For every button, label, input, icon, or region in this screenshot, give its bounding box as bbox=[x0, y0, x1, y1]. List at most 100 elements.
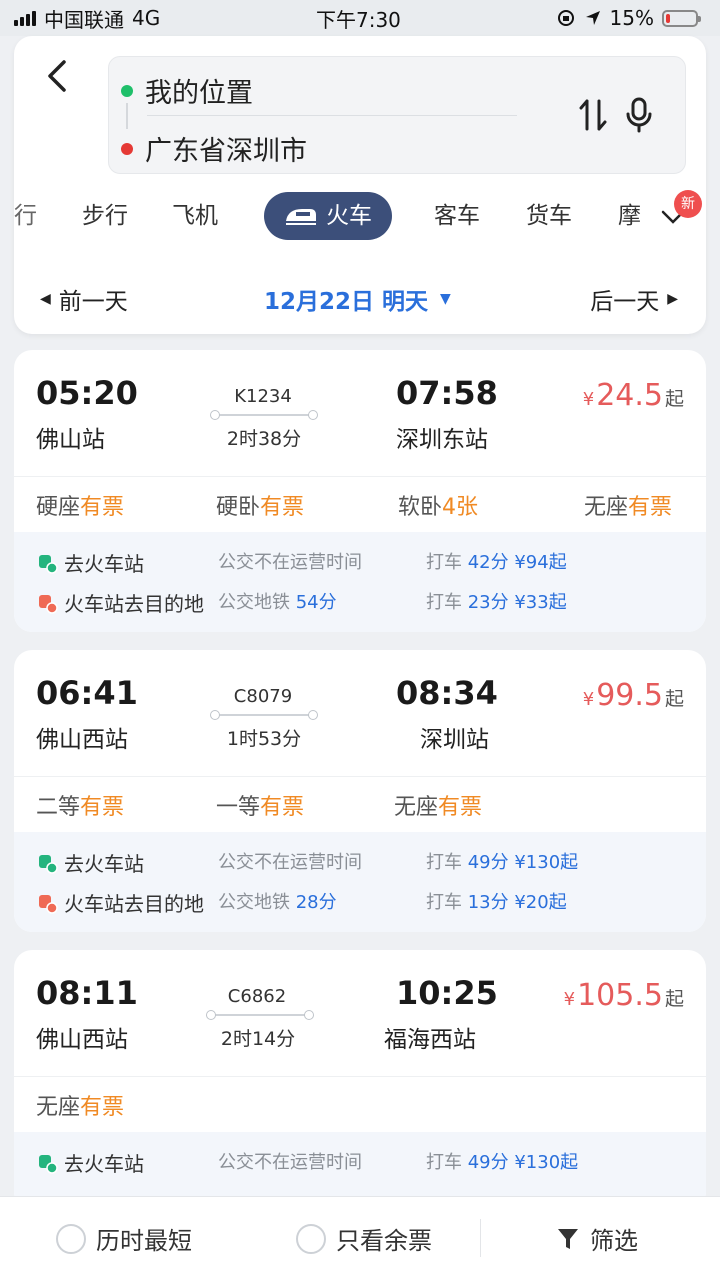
train-card[interactable]: 06:41 佛山西站 C8079 1时53分 08:34 深圳站 ¥ 99.5 … bbox=[14, 650, 706, 932]
train-card[interactable]: 08:11 佛山西站 C6862 2时14分 10:25 福海西站 ¥ 105.… bbox=[14, 950, 706, 1210]
route-line bbox=[210, 710, 318, 720]
train-card[interactable]: 05:20 佛山站 K1234 2时38分 07:58 深圳东站 ¥ 24.5 … bbox=[14, 350, 706, 632]
price-value: 105.5 bbox=[577, 978, 663, 1013]
from-station-bus: 公交地铁 28分 bbox=[218, 892, 337, 913]
carrier: 中国联通 bbox=[44, 7, 124, 32]
price: ¥ 24.5 起 bbox=[583, 378, 684, 413]
seat-type: 软卧4张 bbox=[398, 495, 479, 520]
swap-button[interactable] bbox=[575, 95, 611, 135]
price-suffix: 起 bbox=[664, 688, 684, 710]
transfer-info: 去火车站 公交不在运营时间 打车 49分 ¥130起 火车站去目的地 公交地铁 … bbox=[14, 832, 706, 932]
destination-text: 广东省深圳市 bbox=[145, 136, 307, 167]
train-number: C8079 bbox=[233, 686, 293, 707]
rotation-lock-icon bbox=[557, 10, 574, 26]
date-picker[interactable]: 12月22日 明天 ▼ bbox=[264, 282, 451, 316]
tab-ride[interactable]: 行 bbox=[14, 194, 37, 238]
route-header: 我的位置 广东省深圳市 行 步行 飞机 火车 客车 货车 摩 新 ◀ 前一天 1… bbox=[14, 36, 706, 334]
trip-duration: 2时38分 bbox=[226, 428, 302, 450]
available-only-label: 只看余票 bbox=[336, 1227, 432, 1255]
route-box: 我的位置 广东省深圳市 bbox=[108, 56, 686, 174]
clock: 下午7:30 bbox=[316, 7, 401, 32]
origin-dot-icon bbox=[121, 84, 133, 97]
origin-field[interactable]: 我的位置 bbox=[121, 71, 253, 110]
date-bar: ◀ 前一天 12月22日 明天 ▼ 后一天 ▶ bbox=[14, 272, 706, 322]
caret-right-icon: ▶ bbox=[667, 291, 678, 307]
arrival-station: 福海西站 bbox=[384, 1027, 476, 1053]
seat-type: 无座有票 bbox=[584, 495, 673, 520]
to-station-bus: 公交不在运营时间 bbox=[218, 552, 362, 573]
train-number: K1234 bbox=[234, 386, 292, 407]
route-line bbox=[210, 410, 318, 420]
departure-time: 06:41 bbox=[36, 674, 138, 712]
back-button[interactable] bbox=[38, 56, 78, 96]
train-icon bbox=[286, 209, 316, 225]
origin-text: 我的位置 bbox=[145, 78, 253, 109]
from-station-bus: 公交地铁 54分 bbox=[218, 592, 337, 613]
departure-station: 佛山西站 bbox=[36, 727, 128, 753]
filter-label: 筛选 bbox=[590, 1227, 638, 1255]
seat-type: 二等有票 bbox=[36, 795, 125, 820]
tab-flight[interactable]: 飞机 bbox=[172, 194, 218, 238]
destination-dot-icon bbox=[121, 142, 133, 155]
departure-time: 05:20 bbox=[36, 374, 138, 412]
trip-duration: 1时53分 bbox=[226, 728, 302, 750]
route-connector bbox=[126, 103, 128, 129]
network-type: 4G bbox=[132, 6, 161, 30]
departure-time: 08:11 bbox=[36, 974, 138, 1012]
price-value: 99.5 bbox=[596, 678, 663, 713]
available-only-toggle[interactable]: 只看余票 bbox=[296, 1221, 432, 1256]
prev-day-button[interactable]: ◀ 前一天 bbox=[40, 282, 128, 316]
seat-type: 一等有票 bbox=[216, 795, 305, 820]
tab-walk[interactable]: 步行 bbox=[82, 194, 128, 238]
from-station-row[interactable]: 火车站去目的地 bbox=[36, 888, 218, 917]
next-day-label: 后一天 bbox=[590, 289, 660, 315]
arrival-time: 07:58 bbox=[396, 374, 498, 412]
seat-availability: 二等有票 一等有票 无座有票 bbox=[14, 776, 706, 832]
battery-icon bbox=[662, 9, 701, 27]
from-station-icon bbox=[39, 894, 58, 914]
from-station-taxi: 打车 13分 ¥20起 bbox=[426, 892, 567, 913]
seat-type: 硬卧有票 bbox=[216, 495, 305, 520]
from-station-row[interactable]: 火车站去目的地 bbox=[36, 588, 218, 617]
signal-icon bbox=[14, 10, 36, 26]
to-station-row[interactable]: 去火车站 bbox=[36, 548, 218, 577]
swap-icon bbox=[579, 99, 607, 131]
to-station-row[interactable]: 去火车站 bbox=[36, 1148, 218, 1177]
tab-truck[interactable]: 货车 bbox=[526, 194, 572, 238]
microphone-icon bbox=[626, 97, 652, 133]
next-day-button[interactable]: 后一天 ▶ bbox=[590, 282, 678, 316]
from-station-taxi: 打车 23分 ¥33起 bbox=[426, 592, 567, 613]
train-number: C6862 bbox=[227, 986, 287, 1007]
new-badge: 新 bbox=[674, 190, 702, 218]
to-station-icon bbox=[39, 554, 58, 574]
available-only-checkbox[interactable] bbox=[296, 1223, 326, 1254]
bottom-filter-bar: 历时最短 只看余票 筛选 bbox=[0, 1196, 720, 1280]
prev-day-label: 前一天 bbox=[58, 289, 128, 315]
from-station-icon bbox=[39, 594, 58, 614]
voice-button[interactable] bbox=[621, 95, 657, 135]
price-value: 24.5 bbox=[596, 378, 663, 413]
tab-motorcycle[interactable]: 摩 bbox=[618, 194, 641, 238]
tab-train[interactable]: 火车 bbox=[264, 192, 392, 240]
price-currency: ¥ bbox=[582, 389, 595, 410]
battery-percent: 15% bbox=[609, 6, 654, 30]
chevron-left-icon bbox=[48, 60, 66, 92]
tab-coach[interactable]: 客车 bbox=[434, 194, 480, 238]
destination-field[interactable]: 广东省深圳市 bbox=[121, 129, 307, 168]
price: ¥ 105.5 起 bbox=[564, 978, 684, 1013]
tab-train-label: 火车 bbox=[326, 203, 372, 229]
filter-button[interactable]: 筛选 bbox=[556, 1221, 638, 1256]
status-bar: 中国联通 4G 下午7:30 15% bbox=[0, 0, 720, 36]
shortest-duration-toggle[interactable]: 历时最短 bbox=[56, 1221, 192, 1256]
departure-station: 佛山站 bbox=[36, 427, 105, 453]
to-station-row[interactable]: 去火车站 bbox=[36, 848, 218, 877]
to-station-taxi: 打车 42分 ¥94起 bbox=[426, 552, 567, 573]
seat-type: 硬座有票 bbox=[36, 495, 125, 520]
arrival-station: 深圳站 bbox=[420, 727, 489, 753]
to-station-icon bbox=[39, 854, 58, 874]
price-currency: ¥ bbox=[563, 989, 576, 1010]
bottom-divider bbox=[480, 1219, 481, 1257]
shortest-checkbox[interactable] bbox=[56, 1223, 86, 1254]
to-station-bus: 公交不在运营时间 bbox=[218, 852, 362, 873]
to-station-taxi: 打车 49分 ¥130起 bbox=[426, 1152, 579, 1173]
